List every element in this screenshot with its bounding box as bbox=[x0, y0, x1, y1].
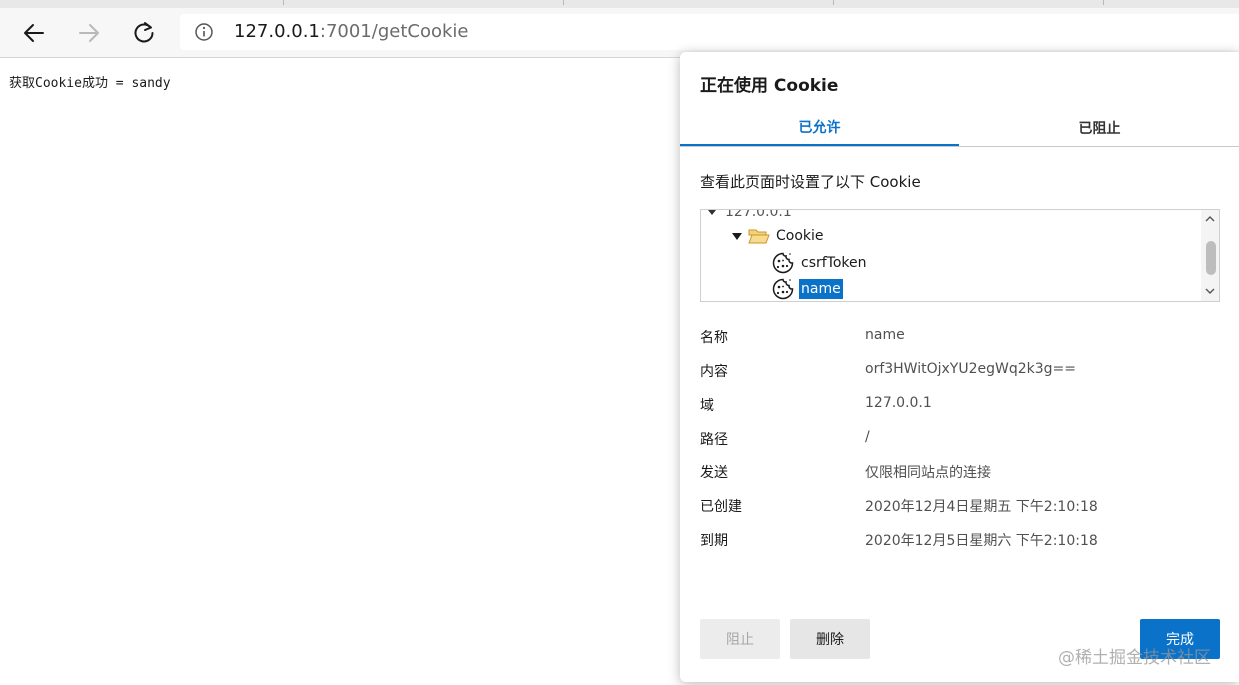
cookie-icon bbox=[772, 252, 794, 274]
detail-value: 仅限相同站点的连接 bbox=[865, 465, 991, 481]
detail-row-domain: 域 127.0.0.1 bbox=[700, 395, 1220, 417]
detail-row-path: 路径 / bbox=[700, 429, 1220, 451]
scroll-up-button[interactable] bbox=[1204, 213, 1216, 225]
detail-key: 已创建 bbox=[700, 499, 742, 515]
detail-key: 域 bbox=[700, 398, 714, 414]
block-button[interactable]: 阻止 bbox=[700, 619, 780, 659]
dialog-description: 查看此页面时设置了以下 Cookie bbox=[700, 173, 921, 191]
browser-toolbar: 127.0.0.1:7001/getCookie bbox=[0, 8, 1239, 58]
detail-row-send: 发送 仅限相同站点的连接 bbox=[700, 462, 1220, 484]
tree-folder-label: Cookie bbox=[776, 228, 824, 244]
address-bar[interactable]: 127.0.0.1:7001/getCookie bbox=[180, 14, 1239, 50]
detail-value: 2020年12月5日星期六 下午2:10:18 bbox=[865, 533, 1098, 549]
tree-scrollbar[interactable] bbox=[1201, 210, 1219, 301]
tab-allowed[interactable]: 已允许 bbox=[680, 110, 959, 146]
forward-button[interactable] bbox=[72, 16, 106, 50]
triangle-expand-icon[interactable] bbox=[731, 230, 743, 242]
triangle-expand-icon bbox=[708, 210, 716, 215]
url-path: :7001/getCookie bbox=[319, 21, 469, 42]
tab-strip bbox=[0, 0, 1239, 8]
detail-row-name: 名称 name bbox=[700, 327, 1220, 349]
detail-value: 2020年12月4日星期五 下午2:10:18 bbox=[865, 499, 1098, 515]
tab-separator bbox=[833, 0, 834, 5]
tree-cookie-row[interactable]: name bbox=[771, 277, 843, 301]
scroll-thumb[interactable] bbox=[1206, 241, 1216, 275]
cookie-name-label: csrfToken bbox=[801, 255, 867, 271]
chevron-down-icon bbox=[1205, 288, 1215, 294]
detail-row-expires: 到期 2020年12月5日星期六 下午2:10:18 bbox=[700, 530, 1220, 552]
tree-folder-row[interactable]: Cookie bbox=[731, 226, 826, 246]
chevron-up-icon bbox=[1205, 216, 1215, 222]
dialog-title: 正在使用 Cookie bbox=[700, 76, 839, 96]
delete-button[interactable]: 删除 bbox=[790, 619, 870, 659]
refresh-icon bbox=[134, 22, 154, 43]
cookie-icon bbox=[772, 278, 794, 300]
scroll-down-button[interactable] bbox=[1204, 285, 1216, 297]
detail-value: / bbox=[865, 429, 870, 445]
detail-key: 名称 bbox=[700, 330, 728, 346]
dialog-tabs: 已允许 已阻止 bbox=[680, 110, 1239, 147]
detail-key: 发送 bbox=[700, 465, 728, 481]
cookie-name-label: name bbox=[799, 279, 843, 299]
tab-separator bbox=[283, 0, 284, 5]
detail-value: 127.0.0.1 bbox=[865, 395, 932, 411]
detail-row-created: 已创建 2020年12月4日星期五 下午2:10:18 bbox=[700, 496, 1220, 518]
back-button[interactable] bbox=[17, 16, 51, 50]
tree-cookie-row[interactable]: csrfToken bbox=[771, 251, 869, 275]
detail-key: 路径 bbox=[700, 432, 728, 448]
forward-arrow-icon bbox=[79, 24, 99, 42]
cookie-dialog: 正在使用 Cookie 已允许 已阻止 查看此页面时设置了以下 Cookie 1… bbox=[680, 52, 1239, 682]
detail-row-content: 内容 orf3HWitOjxYU2egWq2k3g== bbox=[700, 361, 1220, 383]
page-body-text: 获取Cookie成功 = sandy bbox=[9, 76, 171, 91]
tab-separator bbox=[1103, 0, 1104, 5]
detail-value: name bbox=[865, 327, 905, 343]
refresh-button[interactable] bbox=[127, 16, 161, 50]
tab-separator bbox=[563, 0, 564, 5]
watermark: @稀土掘金技术社区 bbox=[1058, 648, 1211, 668]
url-host: 127.0.0.1 bbox=[234, 21, 320, 42]
detail-value: orf3HWitOjxYU2egWq2k3g== bbox=[865, 361, 1076, 377]
info-icon[interactable] bbox=[194, 22, 214, 42]
address-url[interactable]: 127.0.0.1:7001/getCookie bbox=[234, 21, 468, 43]
cookie-tree: 127.0.0.1 Cookie csrfToken name bbox=[700, 209, 1220, 302]
detail-key: 到期 bbox=[700, 533, 728, 549]
folder-open-icon bbox=[748, 229, 770, 244]
tree-site-row[interactable]: 127.0.0.1 bbox=[707, 209, 794, 222]
back-arrow-icon bbox=[24, 24, 44, 42]
tree-site-label: 127.0.0.1 bbox=[725, 209, 792, 220]
detail-key: 内容 bbox=[700, 364, 728, 380]
tab-blocked[interactable]: 已阻止 bbox=[960, 110, 1239, 146]
